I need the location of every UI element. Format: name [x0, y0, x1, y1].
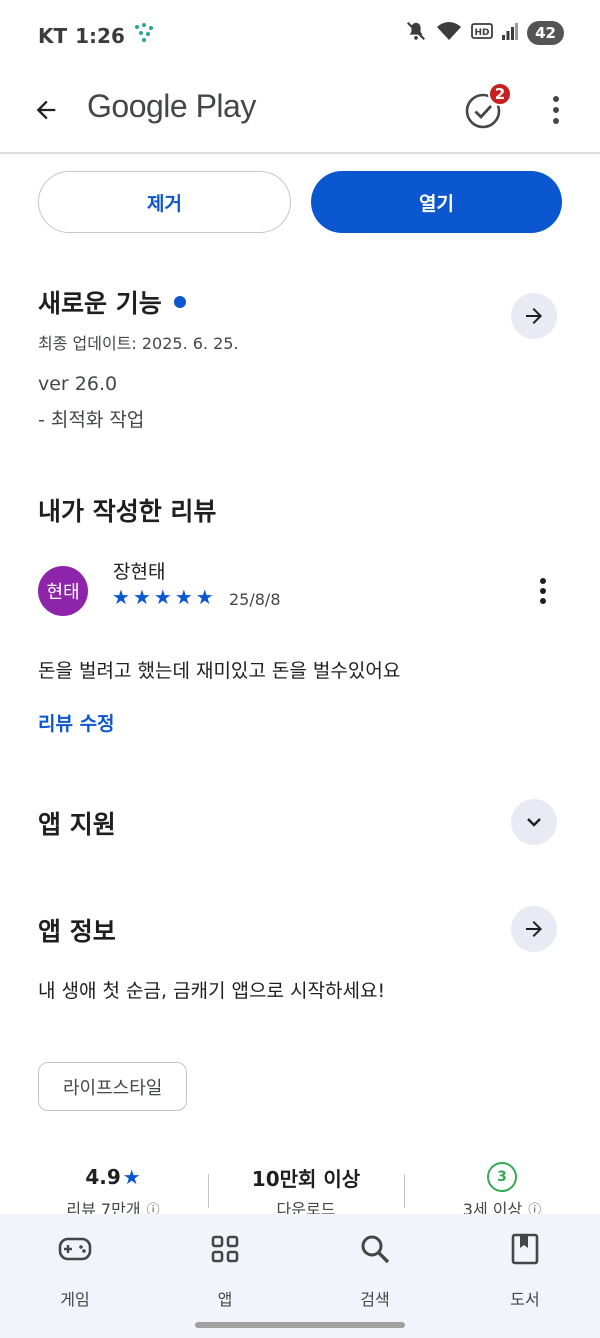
updates-button[interactable]: 2: [460, 82, 512, 134]
downloads-stat: 10만회 이상 다운로드: [228, 1158, 384, 1220]
more-vert-icon: [540, 578, 546, 604]
age-rating-badge: 3: [487, 1162, 517, 1192]
svg-text:HD: HD: [475, 28, 490, 38]
nav-item-games[interactable]: 게임: [25, 1232, 125, 1310]
review-overflow-button[interactable]: [530, 574, 556, 608]
overflow-menu-button[interactable]: [540, 90, 572, 130]
signal-icon: [502, 21, 519, 45]
category-chip[interactable]: 라이프스타일: [38, 1062, 188, 1111]
action-row: 제거 열기: [38, 171, 562, 233]
clock: 1:26: [75, 23, 125, 48]
open-button[interactable]: 열기: [311, 171, 562, 233]
app-notification-icon: [133, 22, 155, 49]
status-left: KT 1:26: [38, 22, 155, 49]
rating-stat[interactable]: 4.9 ★ 리뷰 7만개 ⓘ: [38, 1158, 188, 1220]
star-icon: ★: [195, 585, 214, 609]
carrier-label: KT: [38, 23, 68, 48]
stat-divider: [208, 1174, 209, 1208]
whats-new-section: 새로운 기능 최종 업데이트: 2025. 6. 25.: [38, 284, 562, 354]
status-right: HD 42: [405, 20, 564, 46]
star-icon: ★: [112, 585, 130, 609]
app-info-arrow-button[interactable]: [511, 906, 557, 952]
nav-label-games: 게임: [60, 1290, 90, 1309]
nav-item-search[interactable]: 검색: [325, 1232, 425, 1310]
uninstall-button[interactable]: 제거: [38, 171, 291, 233]
search-icon: [325, 1232, 425, 1266]
status-bar: KT 1:26 HD 42: [0, 0, 600, 70]
last-updated: 최종 업데이트: 2025. 6. 25.: [38, 334, 239, 353]
more-vert-icon: [553, 96, 559, 124]
age-rating-stat[interactable]: 3 3세 이상 ⓘ: [428, 1158, 576, 1220]
chevron-down-icon: [527, 818, 541, 827]
rating-value: 4.9: [85, 1165, 121, 1189]
hd-icon: HD: [471, 21, 494, 45]
release-notes: - 최적화 작업: [38, 409, 145, 431]
mute-icon: [405, 20, 427, 46]
book-icon: [475, 1232, 575, 1266]
app-bar-divider: [0, 152, 600, 154]
downloads-value: 10만회 이상: [251, 1166, 361, 1191]
review-date: 25/8/8: [229, 590, 281, 609]
home-indicator[interactable]: [195, 1322, 405, 1328]
apps-grid-icon: [175, 1232, 275, 1266]
nav-label-books: 도서: [510, 1290, 540, 1309]
notification-badge: 2: [488, 82, 512, 106]
nav-label-search: 검색: [360, 1290, 390, 1309]
my-review-title: 내가 작성한 리뷰: [38, 497, 217, 526]
new-indicator-dot: [173, 296, 186, 308]
star-icon: ★: [122, 1165, 141, 1189]
app-support-title: 앱 지원: [38, 810, 116, 839]
reviewer-name: 장현태: [113, 561, 166, 583]
edit-review-link[interactable]: 리뷰 수정: [38, 709, 115, 736]
star-icon: ★: [174, 585, 193, 609]
arrow-forward-icon: [526, 921, 542, 937]
nav-item-apps[interactable]: 앱: [175, 1232, 275, 1310]
version-text: ver 26.0: [38, 373, 118, 395]
whats-new-title: 새로운 기능: [38, 289, 162, 318]
nav-item-books[interactable]: 도서: [475, 1232, 575, 1310]
page-title: Google Play: [87, 88, 256, 124]
app-bar: Google Play 2: [0, 70, 600, 152]
back-button[interactable]: [26, 90, 66, 130]
stat-divider: [404, 1174, 405, 1208]
app-info-title: 앱 정보: [38, 917, 116, 946]
bottom-navigation: 게임 앱 검색 도서: [0, 1214, 600, 1338]
star-rating: ★ ★ ★ ★ ★: [112, 585, 214, 609]
battery-indicator: 42: [527, 21, 564, 45]
arrow-forward-icon: [526, 308, 542, 324]
avatar: 현태: [38, 566, 88, 616]
wifi-icon: [436, 20, 462, 46]
whats-new-arrow-button[interactable]: [511, 293, 557, 339]
gamepad-icon: [25, 1232, 125, 1266]
star-icon: ★: [132, 585, 151, 609]
star-icon: ★: [153, 585, 172, 609]
stats-row: 4.9 ★ 리뷰 7만개 ⓘ 10만회 이상 다운로드 3 3세 이상 ⓘ: [0, 1158, 600, 1220]
review-text: 돈을 벌려고 했는데 재미있고 돈을 벌수있어요: [38, 660, 401, 682]
arrow-back-icon: [36, 100, 56, 120]
nav-label-apps: 앱: [217, 1290, 233, 1309]
app-description: 내 생애 첫 순금, 금캐기 앱으로 시작하세요!: [38, 980, 386, 1002]
app-support-expand-button[interactable]: [511, 799, 557, 845]
